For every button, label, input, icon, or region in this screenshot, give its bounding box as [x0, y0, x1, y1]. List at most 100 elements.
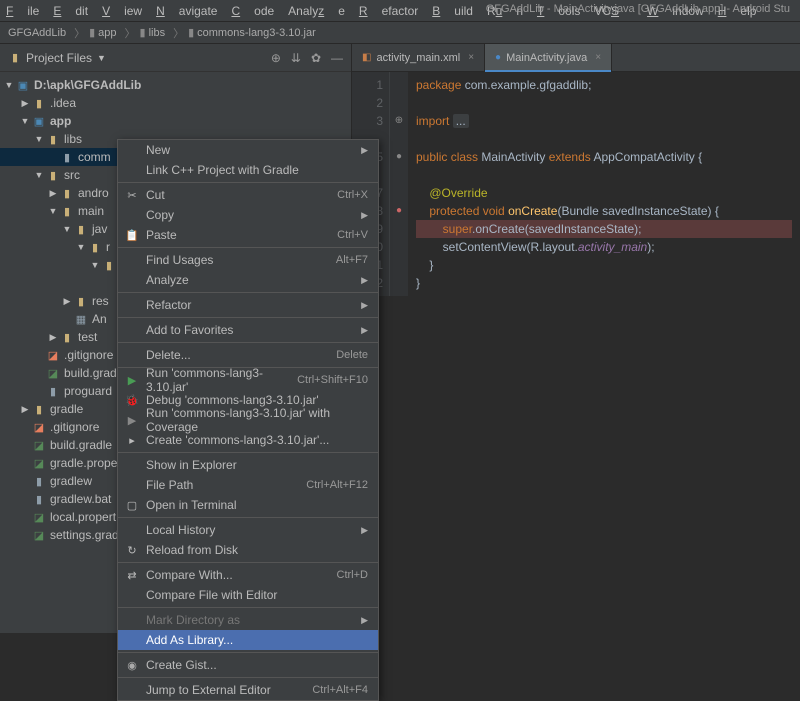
menu-separator: [118, 677, 378, 678]
ctx-compare-with[interactable]: ⇄Compare With...Ctrl+D: [118, 565, 378, 585]
close-icon[interactable]: ×: [468, 52, 474, 63]
chevron-right-icon: ▶: [361, 300, 368, 311]
compare-icon: ⇄: [124, 569, 140, 582]
gear-icon[interactable]: ✿: [311, 51, 321, 65]
tree-app[interactable]: ▼▣app: [0, 112, 351, 130]
chevron-right-icon: 〉: [74, 25, 85, 41]
github-icon: ◉: [124, 659, 140, 672]
menu-separator: [118, 562, 378, 563]
debug-icon: 🐞: [124, 394, 140, 407]
jar-icon: ▮: [188, 26, 194, 39]
gradle-icon: ◪: [32, 529, 46, 542]
breadcrumb-jar[interactable]: commons-lang3-3.10.jar: [197, 27, 316, 39]
tree-idea[interactable]: ▶▮.idea: [0, 94, 351, 112]
folder-icon: ▮: [60, 187, 74, 200]
gitignore-icon: ◪: [46, 349, 60, 362]
close-icon[interactable]: ×: [595, 52, 601, 63]
gradle-icon: ◪: [46, 367, 60, 380]
folder-icon: ▮: [60, 205, 74, 218]
breadcrumb-app[interactable]: app: [98, 27, 116, 39]
jar-icon: ▮: [60, 151, 74, 164]
menu-code[interactable]: Code: [231, 4, 274, 18]
ctx-paste[interactable]: 📋PasteCtrl+V: [118, 225, 378, 245]
breadcrumb-libs[interactable]: libs: [149, 27, 166, 39]
folder-icon: ▮: [88, 241, 102, 254]
ctx-delete[interactable]: Delete...Delete: [118, 345, 378, 365]
ctx-show-explorer[interactable]: Show in Explorer: [118, 455, 378, 475]
menu-analyze[interactable]: Analyze: [288, 4, 345, 18]
file-icon: ▮: [32, 493, 46, 506]
file-icon: ▮: [46, 385, 60, 398]
reload-icon: ↻: [124, 544, 140, 557]
menu-separator: [118, 517, 378, 518]
tree-root[interactable]: ▼▣D:\apk\GFGAddLib: [0, 76, 351, 94]
collapse-all-icon[interactable]: ⇊: [291, 51, 301, 65]
ctx-mark-directory: Mark Directory as▶: [118, 610, 378, 630]
ctx-link-cpp[interactable]: Link C++ Project with Gradle: [118, 160, 378, 180]
menu-separator: [118, 452, 378, 453]
menu-build[interactable]: Build: [432, 4, 473, 18]
folder-icon: ▮: [32, 403, 46, 416]
folder-icon: ▮: [60, 331, 74, 344]
window-title: GFGAddLib - MainActivity.java [GFGAddLib…: [486, 3, 790, 15]
folder-icon: ▮: [46, 133, 60, 146]
ctx-run[interactable]: ▶Run 'commons-lang3-3.10.jar'Ctrl+Shift+…: [118, 370, 378, 390]
ctx-find-usages[interactable]: Find UsagesAlt+F7: [118, 250, 378, 270]
menu-separator: [118, 652, 378, 653]
ctx-local-history[interactable]: Local History▶: [118, 520, 378, 540]
ctx-new[interactable]: New▶: [118, 140, 378, 160]
folder-icon: ▮: [102, 259, 116, 272]
ctx-compare-editor[interactable]: Compare File with Editor: [118, 585, 378, 605]
coverage-icon: ▶: [124, 414, 140, 427]
gutter-icons: ⊕●●: [390, 72, 408, 296]
project-panel-title[interactable]: ▮ Project Files ▼: [8, 51, 106, 65]
chevron-right-icon: ▶: [361, 615, 368, 626]
ctx-reload-disk[interactable]: ↻Reload from Disk: [118, 540, 378, 560]
ctx-create-gist[interactable]: ◉Create Gist...: [118, 655, 378, 675]
editor-tabs: ◧ activity_main.xml × ● MainActivity.jav…: [352, 44, 800, 72]
chevron-right-icon: ▶: [361, 525, 368, 536]
prop-icon: ◪: [32, 457, 46, 470]
folder-icon: ▮: [74, 295, 88, 308]
ctx-add-as-library[interactable]: Add As Library...: [118, 630, 378, 650]
menu-refactor[interactable]: Refactor: [359, 4, 418, 18]
ctx-coverage[interactable]: ▶Run 'commons-lang3-3.10.jar' with Cover…: [118, 410, 378, 430]
source-code[interactable]: package com.example.gfgaddlib; import ..…: [408, 72, 800, 296]
breadcrumb-root[interactable]: GFGAddLib: [8, 27, 66, 39]
ctx-refactor[interactable]: Refactor▶: [118, 295, 378, 315]
menu-separator: [118, 182, 378, 183]
scroll-from-source-icon[interactable]: ⊕: [271, 51, 281, 65]
menu-separator: [118, 317, 378, 318]
folder-icon: ▮: [89, 26, 95, 39]
folder-icon: ▮: [74, 223, 88, 236]
java-icon: ●: [495, 52, 501, 63]
menu-navigate[interactable]: Navigate: [156, 4, 217, 18]
menu-edit[interactable]: Edit: [53, 4, 88, 18]
menu-file[interactable]: File: [6, 4, 39, 18]
gradle-icon: ◪: [32, 439, 46, 452]
ctx-analyze[interactable]: Analyze▶: [118, 270, 378, 290]
chevron-right-icon: 〉: [173, 25, 184, 41]
ctx-cut[interactable]: ✂CutCtrl+X: [118, 185, 378, 205]
ctx-file-path[interactable]: File PathCtrl+Alt+F12: [118, 475, 378, 495]
editor: ◧ activity_main.xml × ● MainActivity.jav…: [352, 44, 800, 633]
menu-view[interactable]: View: [102, 4, 142, 18]
tab-activity-main[interactable]: ◧ activity_main.xml ×: [352, 44, 485, 71]
ctx-add-favorites[interactable]: Add to Favorites▶: [118, 320, 378, 340]
chevron-right-icon: ▶: [361, 325, 368, 336]
module-icon: ▣: [32, 115, 46, 128]
cut-icon: ✂: [124, 189, 140, 202]
folder-icon: ▮: [46, 169, 60, 182]
xml-icon: ▦: [74, 313, 88, 326]
main-menubar: File Edit View Navigate Code Analyze Ref…: [0, 0, 800, 22]
hide-icon[interactable]: —: [331, 51, 343, 65]
context-menu: New▶ Link C++ Project with Gradle ✂CutCt…: [117, 139, 379, 701]
ctx-jump-external[interactable]: Jump to External EditorCtrl+Alt+F4: [118, 680, 378, 700]
ctx-open-terminal[interactable]: ▢Open in Terminal: [118, 495, 378, 515]
ctx-create-config[interactable]: ▸Create 'commons-lang3-3.10.jar'...: [118, 430, 378, 450]
tab-main-activity[interactable]: ● MainActivity.java ×: [485, 44, 612, 71]
ctx-copy[interactable]: Copy▶: [118, 205, 378, 225]
xml-icon: ◧: [362, 52, 371, 63]
menu-separator: [118, 292, 378, 293]
chevron-down-icon: ▼: [97, 53, 106, 63]
